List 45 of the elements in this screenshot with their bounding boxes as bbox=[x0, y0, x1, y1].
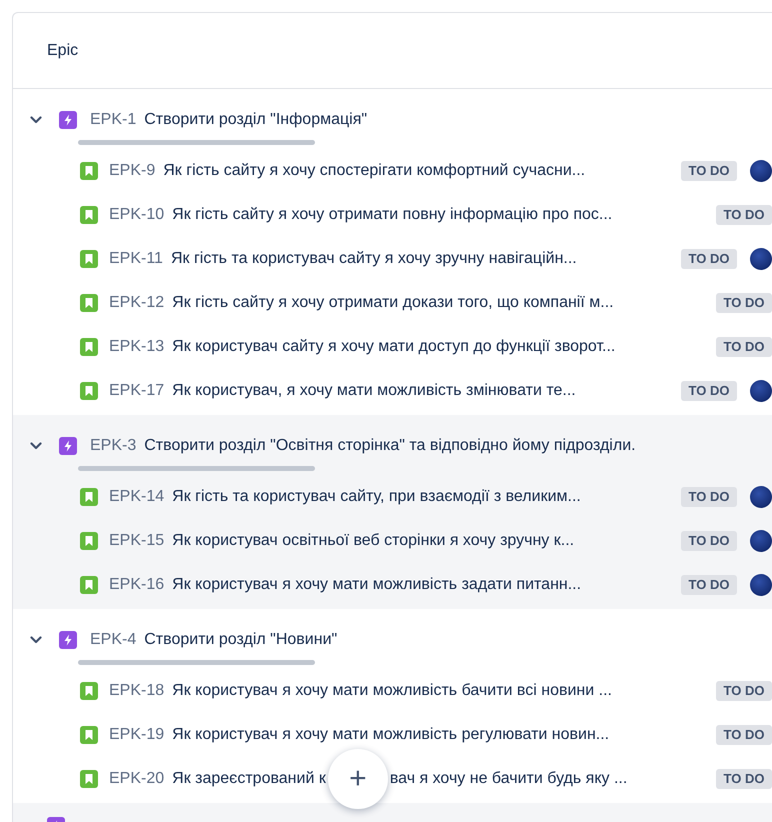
issue-summary[interactable]: Як користувач сайту я хочу мати доступ до функції зворот... bbox=[172, 335, 616, 359]
issue-key[interactable]: EPK-14 bbox=[109, 485, 164, 509]
issue-summary[interactable]: вач я хочу не бачити будь яку ... bbox=[390, 767, 628, 791]
epic-title[interactable]: Створити розділ "Новини" bbox=[144, 628, 338, 652]
epic-key[interactable]: EPK-4 bbox=[90, 628, 136, 652]
status-badge[interactable]: TO DO bbox=[681, 531, 737, 551]
epic-title[interactable]: Створити розділ "Інформація" bbox=[144, 108, 368, 132]
status-badge[interactable]: TO DO bbox=[681, 575, 737, 595]
status-badge[interactable]: TO DO bbox=[716, 205, 772, 225]
status-badge[interactable]: TO DO bbox=[716, 293, 772, 313]
issue-summary[interactable]: Як користувач я хочу мати можливість бачити всі новини ... bbox=[172, 679, 612, 703]
status-badge[interactable]: TO DO bbox=[681, 381, 737, 401]
issue-key[interactable]: EPK-16 bbox=[109, 573, 164, 597]
column-header: Epic bbox=[47, 40, 78, 60]
issue-key[interactable]: EPK-17 bbox=[109, 379, 164, 403]
epic-key[interactable]: EPK-3 bbox=[90, 434, 136, 458]
issue-key[interactable]: EPK-11 bbox=[109, 247, 163, 271]
create-button[interactable]: + bbox=[328, 749, 388, 809]
issue-key[interactable]: EPK-19 bbox=[109, 723, 164, 747]
issue-key[interactable]: EPK-18 bbox=[109, 679, 164, 703]
issue-key[interactable]: EPK-20 bbox=[109, 767, 164, 791]
epic-title[interactable]: Створити розділ "Освітня сторінка" та відповідно йому підрозділи. bbox=[144, 434, 636, 458]
status-badge[interactable]: TO DO bbox=[716, 725, 772, 745]
issue-summary[interactable]: Як зареєстрований к bbox=[172, 767, 326, 791]
issue-key[interactable]: EPK-12 bbox=[109, 291, 164, 315]
issue-key[interactable]: EPK-15 bbox=[109, 529, 164, 553]
issue-key[interactable]: EPK-9 bbox=[109, 159, 156, 183]
issue-summary[interactable]: Як користувач освітньої веб сторінки я хочу зручну к... bbox=[172, 529, 574, 553]
issue-key[interactable]: EPK-13 bbox=[109, 335, 164, 359]
issue-summary[interactable]: Як користувач, я хочу мати можливість змінювати те... bbox=[172, 379, 576, 403]
issue-summary[interactable]: Як гість сайту я хочу отримати повну інформацію про пос... bbox=[172, 203, 612, 227]
epic-key[interactable]: EPK-1 bbox=[90, 108, 136, 132]
status-badge[interactable]: TO DO bbox=[681, 161, 737, 181]
status-badge[interactable]: TO DO bbox=[716, 681, 772, 701]
issue-summary[interactable]: Як гість та користувач сайту я хочу зручну навігаційн... bbox=[170, 247, 577, 271]
issue-summary[interactable]: Як гість та користувач сайту, при взаємодії з великим... bbox=[172, 485, 581, 509]
issue-summary[interactable]: Як користувач я хочу мати можливість регулювати новин... bbox=[172, 723, 610, 747]
status-badge[interactable]: TO DO bbox=[681, 487, 737, 507]
status-badge[interactable]: TO DO bbox=[681, 249, 737, 269]
issue-key[interactable]: EPK-10 bbox=[109, 203, 164, 227]
issue-summary[interactable]: Як користувач я хочу мати можливість задати питанн... bbox=[172, 573, 582, 597]
status-badge[interactable]: TO DO bbox=[716, 337, 772, 357]
issue-summary[interactable]: Як гість сайту я хочу отримати докази того, що компанії м... bbox=[172, 291, 614, 315]
issue-summary[interactable]: Як гість сайту я хочу спостерігати комфортний сучасни... bbox=[163, 159, 586, 183]
status-badge[interactable]: TO DO bbox=[716, 769, 772, 789]
